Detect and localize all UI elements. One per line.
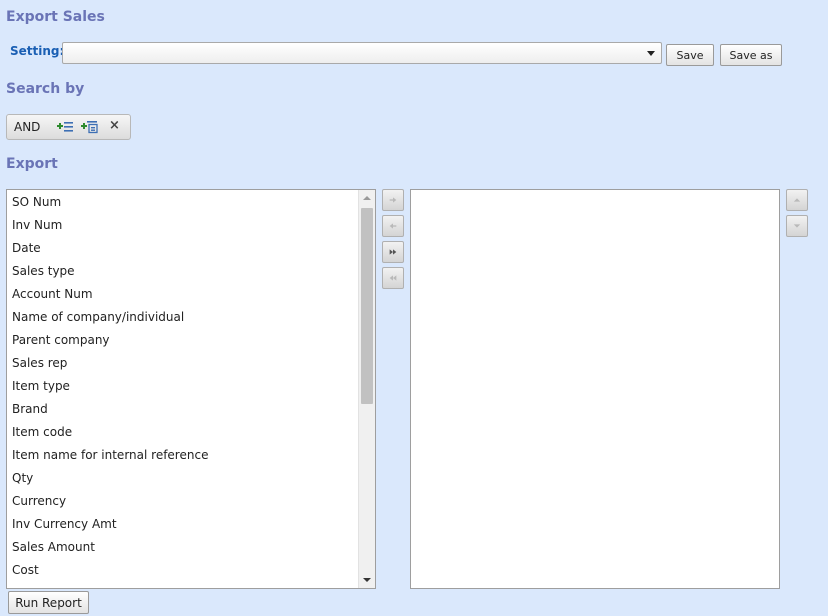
list-item[interactable]: Item code <box>7 421 375 444</box>
scroll-up-icon[interactable] <box>363 196 371 200</box>
add-condition-icon[interactable] <box>56 120 74 137</box>
selected-fields-list[interactable] <box>410 189 780 589</box>
arrow-up-icon <box>793 198 801 202</box>
scroll-down-icon[interactable] <box>363 578 371 582</box>
scroll-thumb[interactable] <box>361 208 373 404</box>
move-all-left-button[interactable] <box>382 267 404 289</box>
list-item[interactable]: Name of company/individual <box>7 306 375 329</box>
search-by-title: Search by <box>6 81 85 97</box>
list-item[interactable]: Inv Num <box>7 214 375 237</box>
list-item[interactable]: Item type <box>7 375 375 398</box>
search-operator[interactable]: AND <box>14 120 40 134</box>
list-item[interactable]: Sales Amount <box>7 536 375 559</box>
list-item[interactable]: Cost <box>7 559 375 582</box>
run-report-button[interactable]: Run Report <box>8 591 89 614</box>
list-item[interactable]: Sales type <box>7 260 375 283</box>
chevron-down-icon[interactable] <box>647 51 655 56</box>
close-icon[interactable]: × <box>109 118 120 133</box>
arrow-down-icon <box>793 224 801 228</box>
list-item[interactable]: Brand <box>7 398 375 421</box>
setting-label: Setting: <box>10 44 65 58</box>
add-group-icon[interactable] <box>80 120 98 137</box>
page-title: Export Sales <box>6 9 105 25</box>
list-item[interactable]: SO Num <box>7 191 375 214</box>
double-arrow-left-icon <box>389 275 397 281</box>
setting-select[interactable] <box>62 42 662 64</box>
list-item[interactable]: Inv Currency Amt <box>7 513 375 536</box>
list-item[interactable]: Currency <box>7 490 375 513</box>
arrow-left-icon <box>389 223 397 229</box>
list-item[interactable]: Item name for internal reference <box>7 444 375 467</box>
move-all-right-button[interactable] <box>382 241 404 263</box>
move-right-button[interactable] <box>382 189 404 211</box>
list-item[interactable]: Account Num <box>7 283 375 306</box>
list-item[interactable]: Qty <box>7 467 375 490</box>
move-up-button[interactable] <box>786 189 808 211</box>
available-fields-list[interactable]: SO Num Inv Num Date Sales type Account Num Na… <box>6 189 376 589</box>
list-item[interactable]: Date <box>7 237 375 260</box>
save-as-button[interactable]: Save as <box>720 44 782 66</box>
list-item[interactable]: Sales rep <box>7 352 375 375</box>
save-button[interactable]: Save <box>666 44 714 66</box>
scrollbar[interactable] <box>358 190 375 588</box>
list-item[interactable]: Parent company <box>7 329 375 352</box>
move-down-button[interactable] <box>786 215 808 237</box>
arrow-right-icon <box>389 197 397 203</box>
double-arrow-right-icon <box>389 249 397 255</box>
move-left-button[interactable] <box>382 215 404 237</box>
search-condition-bar: AND × <box>6 114 131 140</box>
export-title: Export <box>6 156 58 172</box>
